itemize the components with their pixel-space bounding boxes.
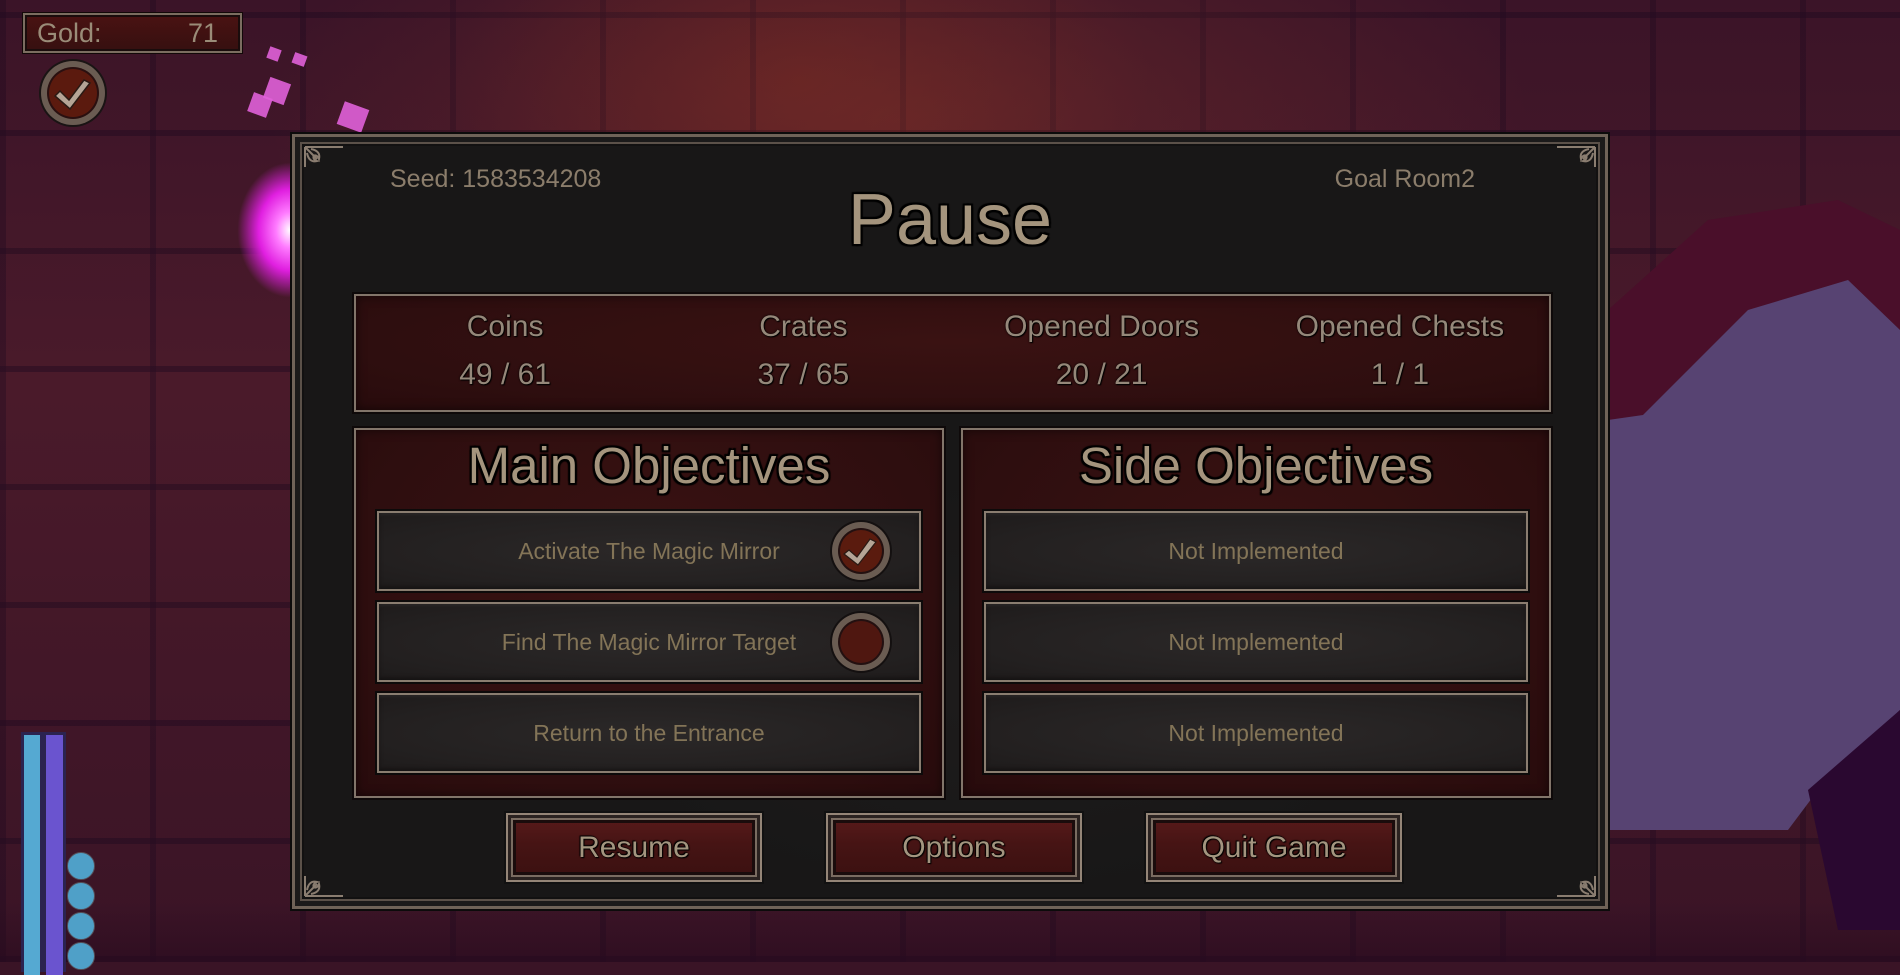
objective-label: Not Implemented (1168, 719, 1344, 746)
gold-value: 71 (187, 17, 218, 48)
creature-silhouette (1608, 200, 1900, 930)
main-objectives-box: Main Objectives Activate The Magic Mirro… (354, 428, 944, 798)
stat-opened-doors: Opened Doors 20 / 21 (953, 296, 1251, 410)
objective-item: Not Implemented (984, 693, 1528, 773)
charge-orb (67, 942, 95, 970)
stats-box: Coins 49 / 61 Crates 37 / 65 Opened Door… (354, 294, 1551, 412)
stat-opened-chests: Opened Chests 1 / 1 (1251, 296, 1549, 410)
objective-label: Not Implemented (1168, 537, 1344, 564)
gold-counter: Gold: 71 (23, 13, 242, 53)
page-title: Pause (847, 180, 1053, 260)
objective-incomplete-circle-icon (830, 611, 892, 673)
stat-crates: Crates 37 / 65 (654, 296, 952, 410)
main-objectives-title: Main Objectives (467, 437, 831, 494)
gold-label: Gold: (37, 17, 102, 48)
stat-value: 20 / 21 (1055, 358, 1148, 391)
stat-coins: Coins 49 / 61 (356, 296, 654, 410)
stat-value: 49 / 61 (459, 358, 551, 391)
pause-menu-panel: Seed: 1583534208 Goal Room2 Pause Coins … (292, 134, 1608, 909)
quit-game-button[interactable]: Quit Game (1146, 813, 1402, 882)
corner-ornament-icon (304, 876, 343, 897)
stat-label: Coins (466, 310, 544, 343)
objective-complete-checkmark-icon (830, 520, 892, 582)
objective-label: Find The Magic Mirror Target (501, 628, 797, 655)
charge-orb (67, 912, 95, 940)
objective-label: Return to the Entrance (533, 719, 765, 746)
stat-label: Opened Doors (1004, 310, 1200, 343)
objective-label: Activate The Magic Mirror (518, 537, 780, 564)
objective-item: Activate The Magic Mirror (377, 511, 921, 591)
resume-button[interactable]: Resume (506, 813, 762, 882)
charge-orb (67, 852, 95, 880)
charge-orb (67, 882, 95, 910)
checkmark-icon (39, 59, 107, 127)
stat-label: Crates (759, 310, 848, 343)
side-objectives-title: Side Objectives (1078, 437, 1434, 494)
objective-item: Find The Magic Mirror Target (377, 602, 921, 682)
objective-item: Not Implemented (984, 602, 1528, 682)
objective-label: Not Implemented (1168, 628, 1344, 655)
stat-label: Opened Chests (1295, 310, 1505, 343)
objective-item: Not Implemented (984, 511, 1528, 591)
stat-value: 1 / 1 (1370, 358, 1430, 391)
stamina-bar (46, 735, 63, 975)
side-objectives-box: Side Objectives Not Implemented Not Impl… (961, 428, 1551, 798)
mana-bar (24, 735, 40, 975)
corner-ornament-icon (1557, 876, 1596, 897)
objective-item: Return to the Entrance (377, 693, 921, 773)
options-button[interactable]: Options (826, 813, 1082, 882)
stat-value: 37 / 65 (757, 358, 850, 391)
